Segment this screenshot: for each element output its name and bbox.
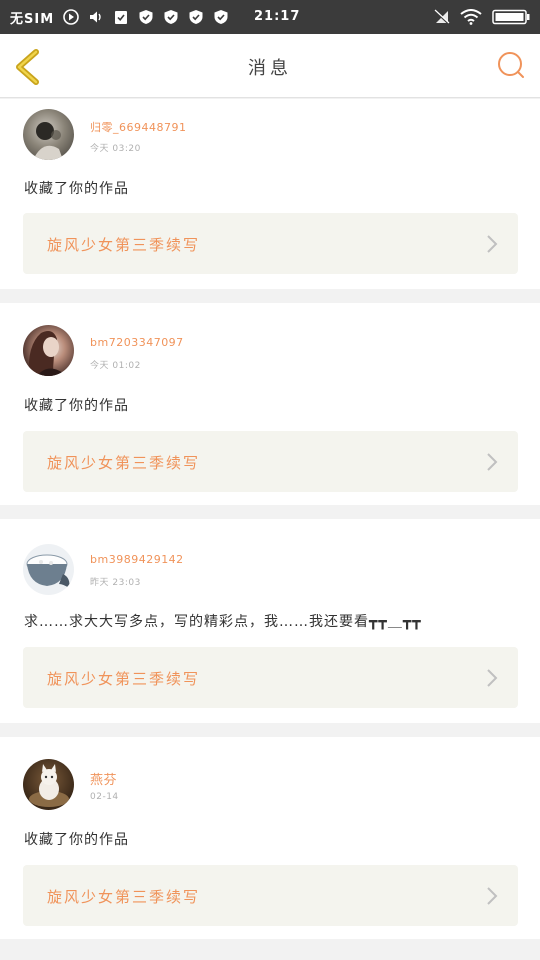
message-item: bm3989429142 昨天 23:03 求……求大大写多点，写的精彩点，我…… [0, 519, 540, 723]
timestamp: 昨天 23:03 [90, 578, 141, 588]
timestamp: 02-14 [90, 792, 119, 802]
message-text: 收藏了你的作品 [24, 181, 129, 197]
work-link[interactable]: 旋风少女第三季续写 [23, 213, 518, 274]
username[interactable]: 归零_669448791 [90, 119, 187, 135]
shield-check-icon [164, 10, 178, 24]
work-link[interactable]: 旋风少女第三季续写 [23, 431, 518, 492]
work-title: 旋风少女第三季续写 [47, 236, 201, 254]
nav-bar: 消息 [0, 34, 540, 98]
status-time: 21:17 [254, 9, 301, 24]
mute-signal-icon [434, 9, 450, 25]
shield-check-icon [189, 10, 203, 24]
work-link[interactable]: 旋风少女第三季续写 [23, 647, 518, 708]
message-item: bm7203347097 今天 01:02 收藏了你的作品 旋风少女第三季续写 [0, 303, 540, 505]
avatar-image [33, 122, 63, 160]
wifi-icon [460, 9, 482, 25]
username[interactable]: bm3989429142 [90, 553, 184, 566]
avatar-image [29, 764, 69, 807]
timestamp: 今天 01:02 [90, 361, 141, 371]
status-bar: 无SIM 21:17 [0, 0, 540, 34]
username[interactable]: 燕芬 [90, 769, 117, 788]
page-title: 消息 [248, 58, 292, 79]
work-link[interactable]: 旋风少女第三季续写 [23, 865, 518, 926]
bottom-spacer [0, 940, 540, 960]
battery-icon [492, 9, 530, 25]
work-title: 旋风少女第三季续写 [47, 454, 201, 472]
message-text: 收藏了你的作品 [24, 398, 129, 414]
chevron-right-icon [487, 235, 498, 253]
username[interactable]: bm7203347097 [90, 336, 184, 349]
work-title: 旋风少女第三季续写 [47, 888, 201, 906]
avatar-image [28, 331, 67, 376]
shield-check-icon [139, 10, 153, 24]
status-bar-right [434, 9, 530, 25]
avatar[interactable] [23, 109, 74, 160]
avatar[interactable] [23, 325, 74, 376]
timestamp: 今天 03:20 [90, 144, 141, 154]
message-item: 归零_669448791 今天 03:20 收藏了你的作品 旋风少女第三季续写 [0, 99, 540, 289]
chevron-right-icon [487, 669, 498, 687]
shield-check-icon [214, 10, 228, 24]
avatar[interactable] [23, 544, 74, 595]
work-title: 旋风少女第三季续写 [47, 670, 201, 688]
sim-status: 无SIM [10, 11, 55, 27]
search-icon[interactable] [496, 50, 526, 80]
chevron-right-icon [487, 453, 498, 471]
message-list: 归零_669448791 今天 03:20 收藏了你的作品 旋风少女第三季续写 … [0, 99, 540, 939]
volume-icon [90, 11, 101, 23]
status-bar-left: 无SIM [10, 8, 434, 27]
message-item: 燕芬 02-14 收藏了你的作品 旋风少女第三季续写 [0, 737, 540, 939]
message-text: 收藏了你的作品 [24, 832, 129, 848]
play-icon [63, 9, 79, 25]
message-text: 求……求大大写多点，写的精彩点，我……我还要看┳┳＿┳┳ [24, 614, 422, 630]
avatar-image [26, 554, 70, 588]
avatar[interactable] [23, 759, 74, 810]
clipboard-check-icon [115, 11, 128, 24]
chevron-right-icon [487, 887, 498, 905]
